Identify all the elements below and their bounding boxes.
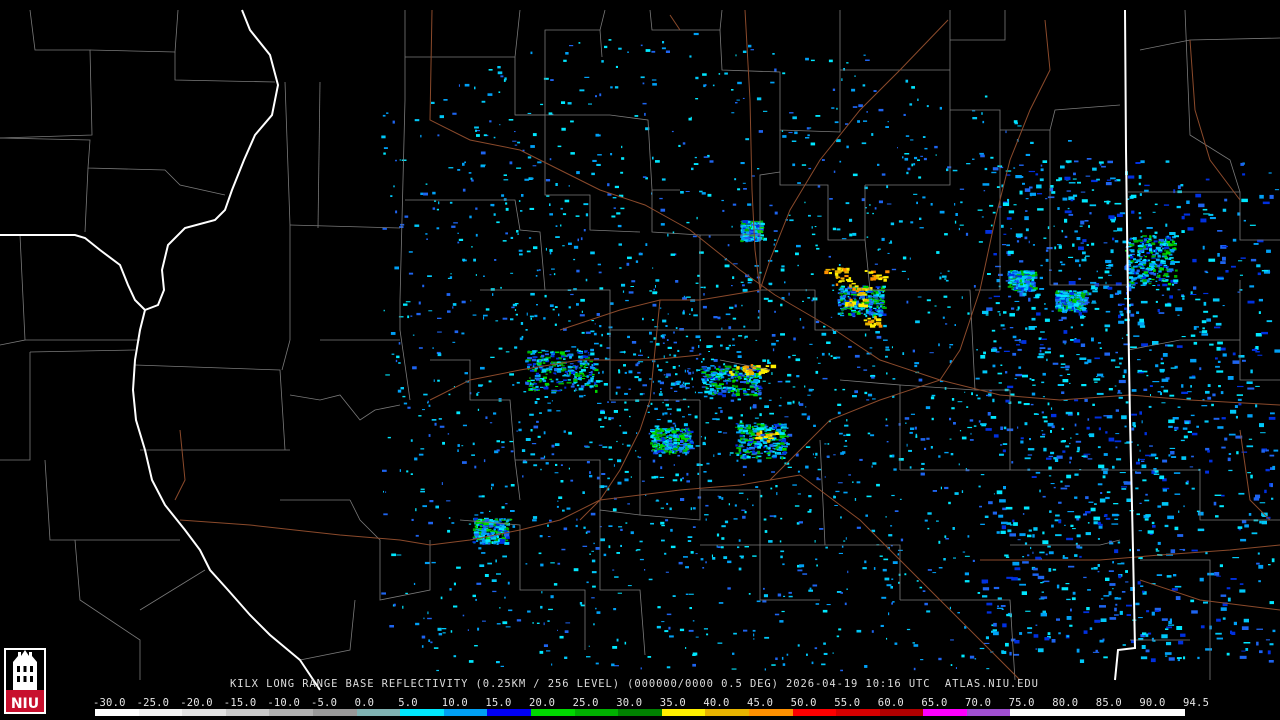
colorbar-tick-label: 20.0 — [529, 697, 556, 709]
radar-map — [0, 0, 1280, 720]
colorbar-tick-label: 85.0 — [1095, 697, 1122, 709]
colorbar-tick-label: 50.0 — [790, 697, 817, 709]
colorbar-segment — [618, 709, 662, 716]
colorbar-tick-label: 70.0 — [965, 697, 992, 709]
colorbar-tick-label: 94.5 — [1183, 697, 1210, 709]
colorbar-tick-label: 0.0 — [354, 697, 375, 709]
colorbar-segment — [443, 709, 488, 716]
colorbar-segment — [182, 709, 226, 716]
colorbar-tick-label: 30.0 — [616, 697, 643, 709]
colorbar-segment — [836, 709, 880, 716]
colorbar-tick-label: -5.0 — [311, 697, 338, 709]
colorbar-tick-label: 65.0 — [921, 697, 948, 709]
colorbar-tick-label: 55.0 — [834, 697, 861, 709]
colorbar-segment — [1097, 709, 1142, 716]
colorbar-segment — [95, 709, 139, 716]
colorbar-tick-label: -15.0 — [223, 697, 257, 709]
colorbar-segment — [530, 709, 575, 716]
colorbar-segment — [574, 709, 619, 716]
colorbar-tick-label: 45.0 — [747, 697, 774, 709]
colorbar-segment — [792, 709, 837, 716]
colorbar-tick-label: -30.0 — [93, 697, 126, 709]
colorbar-segment — [1010, 709, 1055, 716]
colorbar-tick-labels: -30.0 -25.0 -20.0 -15.0 -10.0 -5.0 0.0 5.0 10.0 1… — [93, 697, 1209, 709]
colorbar-tick-label: -20.0 — [180, 697, 213, 709]
colorbar-tick-label: 75.0 — [1008, 697, 1035, 709]
colorbar-segment — [923, 709, 967, 716]
colorbar-segment — [269, 709, 313, 716]
colorbar-tick-label: 80.0 — [1052, 697, 1079, 709]
colorbar-tick-label: 5.0 — [398, 697, 418, 709]
colorbar-segment — [400, 709, 444, 716]
colorbar-segment — [487, 709, 531, 716]
niu-logo: NIU — [4, 646, 46, 716]
colorbar-tick-label: -10.0 — [267, 697, 300, 709]
niu-logo-text: NIU — [10, 696, 40, 712]
colorbar-segment — [225, 709, 270, 716]
colorbar-tick-label: 10.0 — [441, 697, 468, 709]
colorbar-segment — [1054, 709, 1098, 716]
colorbar-tick-label: 90.0 — [1139, 697, 1166, 709]
colorbar-segment — [879, 709, 924, 716]
colorbar-tick-label: 15.0 — [485, 697, 512, 709]
product-caption: KILX LONG RANGE BASE REFLECTIVITY (0.25K… — [230, 678, 1039, 690]
colorbar-segment — [1141, 709, 1185, 716]
colorbar-tick-label: 25.0 — [572, 697, 599, 709]
colorbar-tick-label: 40.0 — [703, 697, 730, 709]
colorbar-segment — [312, 709, 357, 716]
colorbar-segment — [748, 709, 793, 716]
colorbar-segment — [966, 709, 1011, 716]
colorbar-segment — [661, 709, 706, 716]
colorbar-segment — [356, 709, 401, 716]
colorbar-segment — [138, 709, 183, 716]
colorbar-tick-label: 35.0 — [659, 697, 686, 709]
colorbar-segment — [705, 709, 749, 716]
colorbar-tick-label: 60.0 — [877, 697, 904, 709]
reflectivity-colorbar — [95, 709, 1185, 716]
colorbar-tick-label: -25.0 — [136, 697, 170, 709]
